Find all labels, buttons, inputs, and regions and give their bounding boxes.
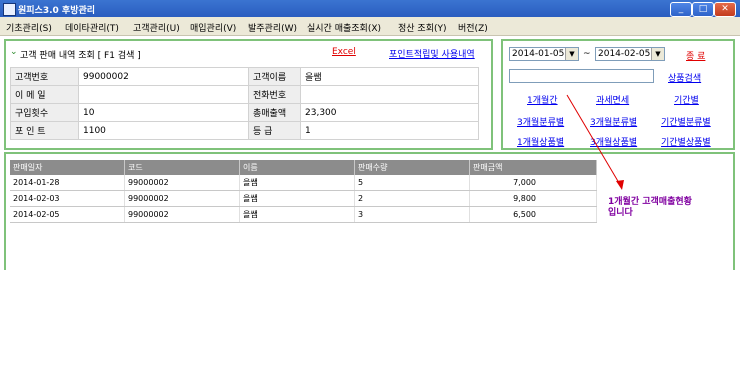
annotation-note: 1개월간 고객매출현황 입니다 (608, 197, 692, 219)
annotation-arrow (566, 94, 624, 190)
annotation-line-1: 1개월간 고객매출현황 (608, 197, 692, 207)
annotation-line-2: 입니다 (608, 208, 633, 218)
